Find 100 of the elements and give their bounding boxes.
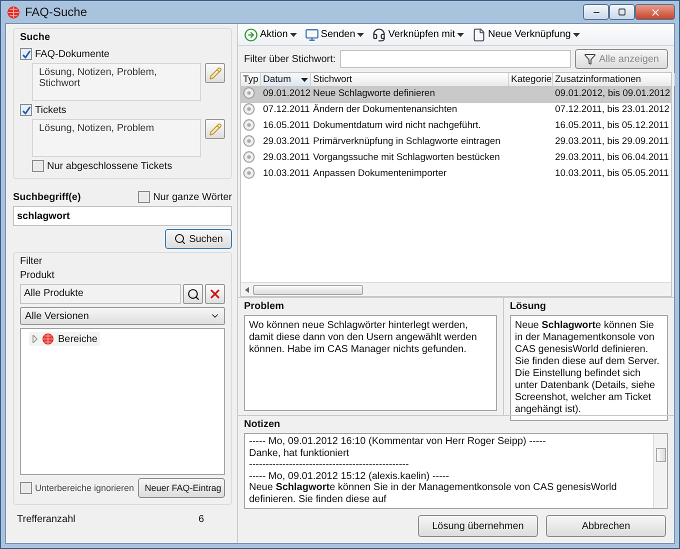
search-button[interactable]	[183, 284, 203, 304]
maximize-button[interactable]	[609, 4, 635, 20]
table-cell-text: Neue Schlagworte definieren	[312, 87, 436, 101]
globe-icon	[7, 6, 20, 18]
checkbox[interactable]: Unterbereiche ignorieren	[20, 482, 134, 494]
table-cell-text: 29.03.2011, bis 29.09.2011	[554, 135, 670, 149]
monitor-icon	[304, 28, 319, 42]
dropdown-arrow-icon	[457, 32, 464, 36]
table-row[interactable]: 10.03.2011 Anpassen Dokumentenimporter 10.03.2011, bis 05.05.2011	[241, 167, 671, 183]
dropdown-arrow-icon	[290, 32, 297, 36]
table-cell-text: 09.01.2012, bis 09.01.2012	[554, 87, 672, 101]
horizontal-scrollbar[interactable]	[241, 282, 671, 296]
note-line: Neue Schlagworte können Sie in der Managementkonsole von CAS genesisWorld definieren. Sie finden diese auf	[249, 482, 618, 505]
entry-type-icon	[243, 135, 255, 147]
dialog-button[interactable]: Abbrechen	[546, 515, 666, 537]
check-icon	[22, 50, 30, 58]
table-row[interactable]: 09.01.2012 Neue Schlagworte definieren 09.01.2012, bis 09.01.2012	[241, 87, 671, 103]
globe-icon	[42, 333, 54, 345]
clear-button[interactable]	[205, 284, 225, 304]
checkbox[interactable]: FAQ-Dokumente	[20, 48, 225, 60]
vertical-scrollbar[interactable]	[653, 434, 667, 508]
panel-title: Lösung	[510, 301, 548, 312]
close-button[interactable]	[635, 4, 675, 20]
table-cell-text: 10.03.2011, bis 05.05.2011	[554, 167, 670, 181]
checkbox[interactable]: Tickets	[20, 104, 225, 116]
table-cell-text: Anpassen Dokumentenimporter	[312, 167, 448, 181]
note-line: ----- Mo, 09.01.2012 16:10 (Kommentar von Herr Roger Seipp) -----	[249, 436, 547, 448]
table-cell-text: 09.01.2012	[262, 87, 311, 101]
toolbar-button[interactable]: Senden	[304, 28, 364, 42]
table-row[interactable]: 16.05.2011 Dokumentdatum wird nicht nachgeführt. 16.05.2011, bis 05.12.2011	[241, 119, 671, 135]
maximize-icon	[618, 8, 626, 16]
minimize-button[interactable]	[583, 4, 609, 20]
dropdown-arrow-icon	[572, 32, 580, 36]
delete-icon	[208, 287, 222, 301]
tree-item[interactable]: Bereiche	[29, 332, 100, 346]
entry-type-icon	[243, 103, 255, 115]
entry-type-icon	[243, 87, 255, 99]
field-label: Suchbegriff(e)	[13, 192, 81, 202]
window-title: FAQ-Suche	[25, 5, 88, 19]
panel-title: Notizen	[244, 419, 282, 430]
panel-title: Problem	[244, 301, 286, 312]
note-line: Danke, hat funktioniert	[249, 448, 350, 459]
pencil-icon	[208, 66, 222, 80]
sort-arrow-icon	[301, 78, 308, 82]
expander-icon	[32, 335, 38, 343]
version-dropdown[interactable]: Alle Versionen	[20, 307, 225, 325]
check-icon	[22, 106, 30, 114]
column-header[interactable]: Stichwort	[311, 73, 509, 86]
search-icon	[174, 233, 186, 245]
solution-text: Neue Schlagworte können Sie in der Managementkonsole von CAS genesisWorld definieren. Sie finden diese auf dem Server. Die Einstellung befindet sich unter Datenbank (Details, siehe Screenshot, welcher am Ticket angehängt ist).	[510, 315, 668, 421]
table-cell-text: Ändern der Dokumentenansichten	[312, 103, 458, 117]
group-title: Filter	[20, 256, 44, 267]
search-term-field[interactable]: schlagwort	[13, 206, 232, 226]
table-cell-text: 10.03.2011	[262, 167, 311, 181]
table-row[interactable]: 29.03.2011 Primärverknüpfung in Schlagworte eintragen 29.03.2011, bis 29.09.2011	[241, 135, 671, 151]
keyword-filter-field[interactable]	[340, 50, 571, 68]
toolbar-button[interactable]: Aktion	[244, 28, 297, 42]
table-cell-text: 29.03.2011	[262, 135, 311, 149]
table-row[interactable]: 07.12.2011 Ändern der Dokumentenansichten 07.12.2011, bis 23.01.2012	[241, 103, 671, 119]
pencil-icon	[208, 122, 222, 136]
fields-list: Lösung, Notizen, Problem	[32, 119, 201, 157]
edit-button[interactable]	[205, 63, 225, 83]
entry-type-icon	[243, 151, 255, 163]
note-line: ----- Mo, 09.01.2012 15:12 (alexis.kaelin) -----	[249, 470, 450, 482]
checkbox[interactable]: Nur abgeschlossene Tickets	[32, 160, 225, 172]
dialog-button[interactable]: Lösung übernehmen	[418, 515, 538, 537]
fields-list: Lösung, Notizen, Problem, Stichwort	[32, 63, 201, 101]
search-button[interactable]: Suchen	[165, 229, 232, 249]
checkbox[interactable]: Nur ganze Wörter	[138, 191, 232, 203]
field-label: Filter über Stichwort:	[244, 54, 336, 64]
document-icon	[472, 28, 486, 42]
table-cell-text: 07.12.2011, bis 23.01.2012	[554, 103, 670, 117]
scroll-left-icon	[245, 286, 249, 292]
edit-button[interactable]	[205, 119, 225, 139]
table-row[interactable]: 29.03.2011 Vorgangssuche mit Schlagworten bestücken 29.03.2011, bis 06.04.2011	[241, 151, 671, 167]
table-cell-text: Primärverknüpfung in Schlagworte eintragen	[312, 135, 502, 149]
column-header[interactable]: Kategorie	[509, 73, 553, 86]
column-header[interactable]: Datum	[261, 73, 311, 86]
table-cell-text: 07.12.2011	[262, 103, 311, 117]
table-cell-text: Dokumentdatum wird nicht nachgeführt.	[312, 119, 482, 133]
group-title: Suche	[20, 32, 52, 43]
product-field[interactable]: Alle Produkte	[20, 284, 181, 304]
table-cell-text: 16.05.2011	[262, 119, 311, 133]
field-label: Produkt	[20, 270, 56, 281]
filter-icon	[584, 53, 596, 65]
table-cell-text: 29.03.2011, bis 06.04.2011	[554, 151, 670, 165]
entry-type-icon	[243, 119, 255, 131]
table-cell-text: 29.03.2011	[262, 151, 311, 165]
problem-text: Wo können neue Schlagwörter hinterlegt werden, damit diese dann von den Usern angewählt werden können. Habe im CAS Manager nichts gefunden.	[244, 315, 497, 411]
headset-icon	[372, 28, 386, 42]
table-cell-text: Vorgangssuche mit Schlagworten bestücken	[312, 151, 501, 165]
toolbar-button[interactable]: Verknüpfen mit	[372, 28, 464, 42]
toolbar-button[interactable]: Neue Verknüpfung	[472, 28, 580, 42]
search-icon	[186, 288, 200, 300]
close-icon	[650, 6, 660, 18]
column-header[interactable]: Zusatzinformationen	[553, 73, 675, 86]
entry-type-icon	[243, 167, 255, 179]
hits-label: Trefferanzahl	[17, 514, 76, 525]
note-line: ------------------------------------------------	[249, 459, 410, 470]
new-entry-button[interactable]: Neuer FAQ-Eintrag	[138, 478, 225, 498]
